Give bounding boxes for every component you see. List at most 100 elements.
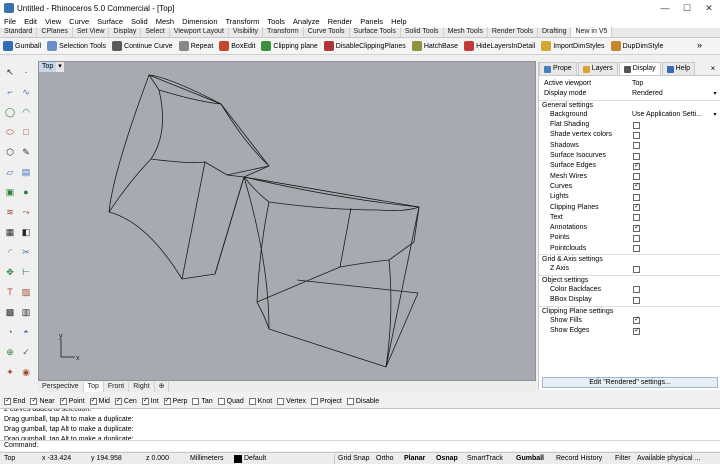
circle-icon[interactable]: ◯ xyxy=(4,106,16,118)
edit-rendered-settings-button[interactable]: Edit "Rendered" settings... xyxy=(542,377,718,388)
osnap-tan[interactable]: Tan xyxy=(192,397,213,405)
prop-row-shade-vertex-colors[interactable]: Shade vertex colors xyxy=(539,130,720,140)
hatch-icon[interactable]: ▨ xyxy=(20,286,32,298)
check-icon[interactable]: ✓ xyxy=(20,346,32,358)
status-filter[interactable]: Filter xyxy=(615,453,631,464)
panel-tab-display[interactable]: Display xyxy=(618,62,661,75)
prop-checkbox-flat-shading[interactable] xyxy=(633,121,640,129)
osnap-near[interactable]: Near xyxy=(30,396,55,405)
render-icon[interactable]: ◓ xyxy=(20,326,32,338)
group-icon[interactable]: ▩ xyxy=(4,306,16,318)
status-planar[interactable]: Planar xyxy=(404,453,425,464)
status-units[interactable]: Millimeters xyxy=(190,453,223,464)
osnap-cen-checkbox[interactable] xyxy=(114,396,122,405)
curve-icon[interactable]: ∿ xyxy=(20,86,32,98)
prop-row-color-backfaces[interactable]: Color Backfaces xyxy=(539,285,720,295)
viewport-menu-icon[interactable]: ▾ xyxy=(56,62,64,72)
toolbar-tab-display[interactable]: Display xyxy=(109,27,142,37)
prop-checkbox-shade-vertex-colors[interactable] xyxy=(633,131,640,139)
selection-tools-button[interactable]: Selection Tools xyxy=(44,38,109,55)
prop-checkbox-pointclouds[interactable] xyxy=(633,245,640,253)
toolbar-tab-select[interactable]: Select xyxy=(141,27,170,37)
toolbar-tab-mesh-tools[interactable]: Mesh Tools xyxy=(444,27,488,37)
osnap-end-checkbox[interactable] xyxy=(4,396,11,405)
prop-checkbox-text[interactable] xyxy=(633,214,640,222)
viewport-title-tab[interactable]: Top ▾ xyxy=(39,62,64,72)
osnap-project[interactable]: Project xyxy=(311,397,342,405)
light-icon[interactable]: ✦ xyxy=(4,366,16,378)
osnap-disable[interactable]: Disable xyxy=(346,397,379,405)
osnap-project-checkbox[interactable] xyxy=(311,397,319,405)
toolbar-tab-cplanes[interactable]: CPlanes xyxy=(37,27,73,37)
osnap-quad-checkbox[interactable] xyxy=(217,397,225,405)
fillet-icon[interactable]: ◜ xyxy=(4,246,16,258)
osnap-int[interactable]: Int xyxy=(141,396,159,405)
osnap-knot[interactable]: Knot xyxy=(248,397,272,405)
more-commands-button[interactable]: » xyxy=(697,40,702,50)
prop-row-curves[interactable]: Curves xyxy=(539,181,720,192)
dimension-icon[interactable]: ⊢ xyxy=(20,266,32,278)
viewport-tab-front[interactable]: Front xyxy=(104,382,130,392)
viewport-tab-perspective[interactable]: Perspective xyxy=(38,382,84,392)
prop-value-display-mode[interactable]: Rendered xyxy=(632,89,712,99)
box-solid-icon[interactable]: ▣ xyxy=(4,186,16,198)
osnap-mid-checkbox[interactable] xyxy=(89,396,97,405)
hidelayersindetail-button[interactable]: HideLayersInDetail xyxy=(461,38,538,55)
status-gumball[interactable]: Gumball xyxy=(516,453,544,464)
hatchbase-button[interactable]: HatchBase xyxy=(409,38,461,55)
sphere-solid-icon[interactable]: ● xyxy=(20,186,32,198)
sweep-icon[interactable]: ⤳ xyxy=(20,206,32,218)
status-layer[interactable]: Default xyxy=(244,453,266,464)
continue-curve-button[interactable]: Continue Curve xyxy=(109,38,176,55)
prop-checkbox-lights[interactable] xyxy=(633,193,640,201)
osnap-int-checkbox[interactable] xyxy=(141,396,149,405)
osnap-disable-checkbox[interactable] xyxy=(346,397,354,405)
disableclippingplanes-button[interactable]: DisableClippingPlanes xyxy=(321,38,409,55)
prop-row-display-mode[interactable]: Display mode Rendered ▾ xyxy=(539,89,720,99)
prop-checkbox-curves[interactable] xyxy=(633,181,640,192)
prop-checkbox-annotations[interactable] xyxy=(633,223,640,233)
boxedit-button[interactable]: BoxEdit xyxy=(216,38,258,55)
prop-checkbox-clipping-planes[interactable] xyxy=(633,202,640,212)
prop-checkbox-bbox-display[interactable] xyxy=(633,296,640,304)
prop-checkbox-shadows[interactable] xyxy=(633,142,640,150)
toolbar-tab-transform[interactable]: Transform xyxy=(263,27,304,37)
ellipse-icon[interactable]: ⬭ xyxy=(4,126,16,138)
polyline-icon[interactable]: ⌐ xyxy=(4,86,16,98)
status-grid-snap[interactable]: Grid Snap xyxy=(338,453,370,464)
move-icon[interactable]: ✥ xyxy=(4,266,16,278)
osnap-point-checkbox[interactable] xyxy=(59,396,67,405)
toolbar-tab-drafting[interactable]: Drafting xyxy=(538,27,572,37)
prop-row-z-axis[interactable]: Z Axis xyxy=(539,264,720,274)
prop-value-background[interactable]: Use Application Setti... xyxy=(632,110,712,120)
status-memory[interactable]: Available physical ... xyxy=(637,453,700,464)
toolbar-tab-visibility[interactable]: Visibility xyxy=(229,27,264,37)
prop-row-flat-shading[interactable]: Flat Shading xyxy=(539,120,720,130)
panel-tab-help[interactable]: Help xyxy=(661,62,696,75)
prop-row-background[interactable]: Background Use Application Setti... ▾ xyxy=(539,110,720,120)
viewport-top[interactable]: Top ▾ y x xyxy=(38,61,536,381)
loft-icon[interactable]: ≋ xyxy=(4,206,16,218)
trim-icon[interactable]: ✂ xyxy=(20,246,32,258)
clipping-plane-button[interactable]: Clipping plane xyxy=(258,38,320,55)
layer-icon[interactable]: ▥ xyxy=(20,306,32,318)
model-wireframe[interactable]: y x xyxy=(39,62,536,381)
toolbar-tab-render-tools[interactable]: Render Tools xyxy=(488,27,538,37)
chevron-down-icon[interactable]: ▾ xyxy=(711,90,719,98)
status-osnap[interactable]: Osnap xyxy=(436,453,458,464)
select-arrow-icon[interactable]: ↖ xyxy=(4,66,16,78)
freeform-icon[interactable]: ✎ xyxy=(20,146,32,158)
minimize-button[interactable]: — xyxy=(654,0,676,16)
prop-row-text[interactable]: Text xyxy=(539,213,720,223)
toolbar-tab-solid-tools[interactable]: Solid Tools xyxy=(401,27,444,37)
gumball-button[interactable]: Gumball xyxy=(0,38,44,55)
prop-row-clipping-planes[interactable]: Clipping Planes xyxy=(539,202,720,213)
toolbar-tab-viewport-layout[interactable]: Viewport Layout xyxy=(170,27,229,37)
arc-icon[interactable]: ◠ xyxy=(20,106,32,118)
maximize-button[interactable]: ☐ xyxy=(676,0,698,16)
dupdimstyle-button[interactable]: DupDimStyle xyxy=(608,38,667,55)
osnap-point[interactable]: Point xyxy=(59,396,85,405)
osnap-perp-checkbox[interactable] xyxy=(163,396,171,405)
prop-row-points[interactable]: Points xyxy=(539,233,720,243)
prop-checkbox-color-backfaces[interactable] xyxy=(633,286,640,294)
